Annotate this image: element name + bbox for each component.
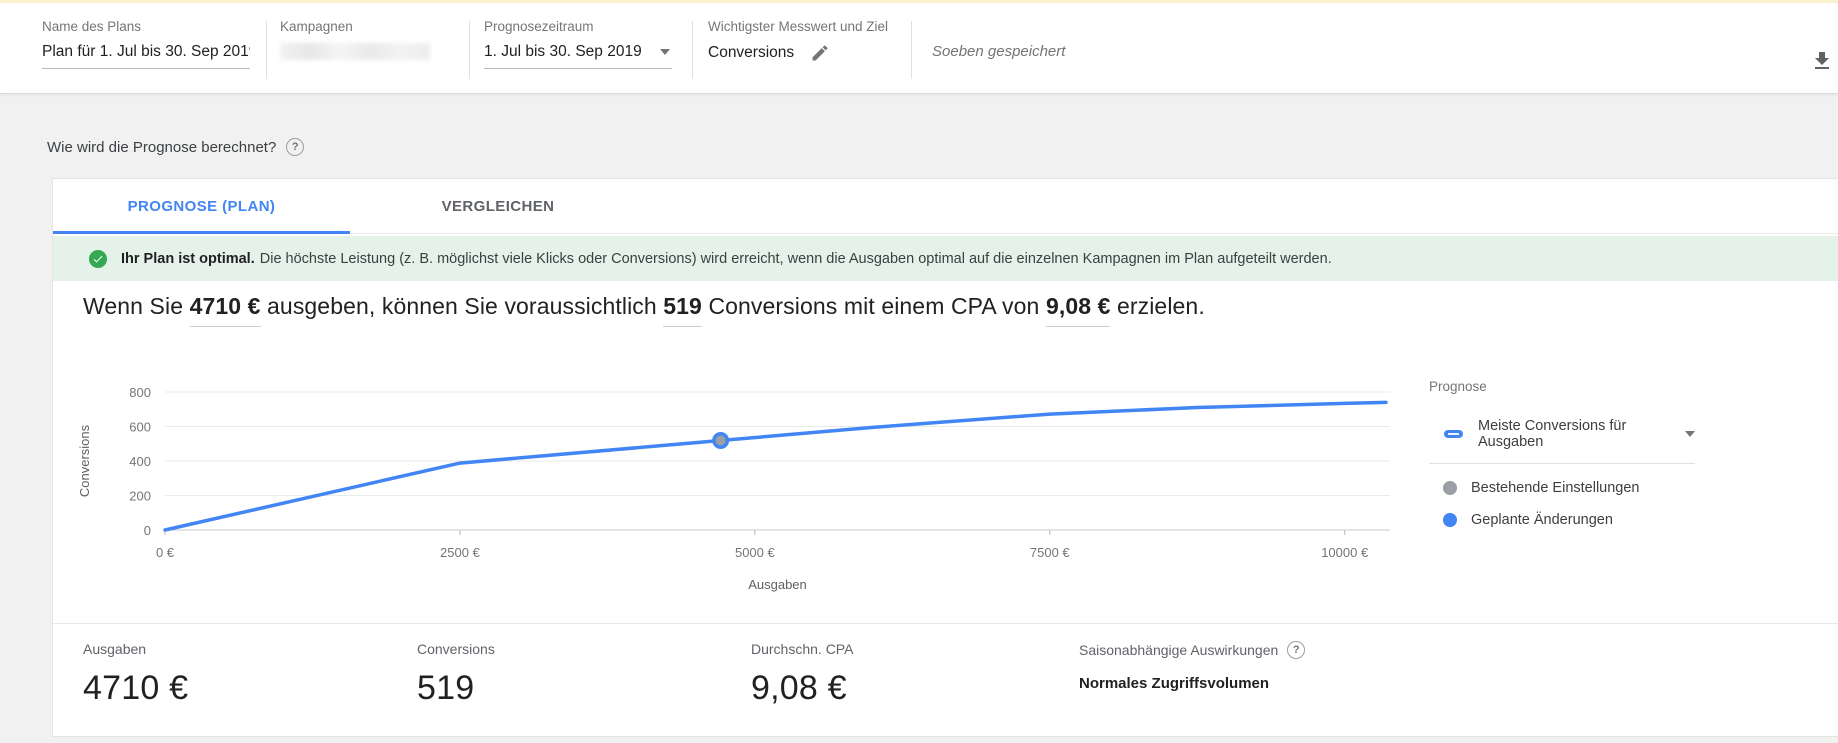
stat-value: Normales Zugriffsvolumen [1079,675,1270,692]
campaigns-value-redacted[interactable] [280,43,430,60]
stats-divider [53,623,1838,624]
forecast-card: PROGNOSE (PLAN) VERGLEICHEN Ihr Plan ist… [52,178,1838,737]
legend-metric-dropdown[interactable]: Meiste Conversions für Ausgaben [1429,418,1695,464]
check-circle-icon [89,249,107,268]
conversions-value-editable[interactable]: 519 [663,293,702,327]
download-icon[interactable] [1810,49,1834,73]
tab-label: PROGNOSE (PLAN) [127,197,276,215]
campaigns-label: Kampagnen [280,19,353,34]
headline-text: ausgeben, können Sie voraussichtlich [260,293,664,319]
svg-text:200: 200 [129,489,151,504]
header-divider [469,21,470,79]
svg-text:2500 €: 2500 € [440,545,481,560]
key-metric-field: Wichtigster Messwert und Ziel Conversion… [708,19,888,63]
plan-name-label: Name des Plans [42,19,142,34]
plan-header-bar: Name des Plans Plan für 1. Jul bis 30. S… [0,3,1838,94]
svg-text:400: 400 [129,454,151,469]
forecast-headline: Wenn Sie 4710 € ausgeben, können Sie vor… [83,293,1205,327]
svg-text:800: 800 [129,385,151,400]
optimal-plan-banner: Ihr Plan ist optimal. Die höchste Leistu… [53,236,1838,281]
tab-bar: PROGNOSE (PLAN) VERGLEICHEN [53,179,1838,234]
stat-cpa: Durchschn. CPA 9,08 € [751,641,853,708]
plan-name-field[interactable]: Name des Plans Plan für 1. Jul bis 30. S… [42,19,250,69]
stat-value: 4710 € [83,669,189,707]
svg-text:Conversions: Conversions [77,424,92,497]
header-divider [266,21,267,79]
svg-text:7500 €: 7500 € [1030,545,1071,560]
svg-text:10000 €: 10000 € [1321,545,1369,560]
svg-text:600: 600 [129,420,151,435]
help-icon[interactable]: ? [1287,641,1306,659]
stat-label: Conversions [417,641,495,657]
tab-prognose-plan[interactable]: PROGNOSE (PLAN) [53,179,350,234]
chevron-down-icon[interactable] [1685,431,1695,437]
forecast-chart-svg[interactable]: 0 200 400 600 800 0 € 2500 € 5000 € 7500 € 10000 … [73,374,1403,604]
stat-value: 9,08 € [751,669,847,707]
line-series-icon [1444,430,1463,438]
forecast-period-field[interactable]: Prognosezeitraum 1. Jul bis 30. Sep 2019 [484,19,672,69]
legend-primary-label: Meiste Conversions für Ausgaben [1478,418,1627,450]
forecast-period-value[interactable]: 1. Jul bis 30. Sep 2019 [484,43,672,69]
svg-text:0 €: 0 € [156,545,175,560]
active-tab-underline [53,231,350,234]
header-divider [692,21,693,79]
legend-item-existing: Bestehende Einstellungen [1429,480,1719,496]
gray-dot-icon [1443,481,1457,495]
stat-label: Ausgaben [83,641,147,657]
legend-title: Prognose [1429,379,1487,394]
header-divider [911,21,912,79]
banner-text: Die höchste Leistung (z. B. möglichst vi… [259,250,1332,267]
headline-text: erzielen. [1110,293,1205,319]
banner-bold-text: Ihr Plan ist optimal. [121,250,255,267]
save-status-text: Soeben gespeichert [932,43,1066,60]
key-metric-text: Conversions [708,44,795,61]
stat-conversions: Conversions 519 [417,641,495,708]
help-icon[interactable]: ? [286,138,305,156]
campaigns-field[interactable]: Kampagnen [280,19,430,60]
svg-text:5000 €: 5000 € [735,545,776,560]
forecast-chart[interactable]: 0 200 400 600 800 0 € 2500 € 5000 € 7500 € 10000 … [73,374,1403,609]
chart-legend: Prognose Meiste Conversions für Ausgaben… [1429,379,1719,528]
svg-text:Ausgaben: Ausgaben [748,577,807,592]
stat-ausgaben: Ausgaben 4710 € [83,641,188,708]
headline-text: Wenn Sie [83,293,190,319]
tab-vergleichen[interactable]: VERGLEICHEN [350,179,646,233]
forecast-help-text: Wie wird die Prognose berechnet? [47,138,277,156]
svg-text:0: 0 [144,523,151,538]
headline-text: Conversions mit einem CPA von [701,293,1046,319]
tab-label: VERGLEICHEN [441,197,555,215]
stat-label: Durchschn. CPA [751,641,854,657]
chevron-down-icon[interactable] [659,49,670,55]
key-metric-label: Wichtigster Messwert und Ziel [708,19,889,34]
cpa-value-editable[interactable]: 9,08 € [1045,293,1111,327]
stat-label: Saisonabhängige Auswirkungen [1079,642,1279,658]
spend-value-editable[interactable]: 4710 € [189,293,261,327]
edit-pencil-icon[interactable] [810,43,830,63]
legend-item-planned: Geplante Änderungen [1429,512,1719,528]
blue-dot-icon [1443,513,1457,527]
key-metric-value: Conversions [708,43,888,63]
forecast-period-text: 1. Jul bis 30. Sep 2019 [484,43,642,60]
plan-name-value[interactable]: Plan für 1. Jul bis 30. Sep 2019 [42,43,250,69]
forecast-help-line: Wie wird die Prognose berechnet? ? [47,138,305,156]
legend-item-label: Bestehende Einstellungen [1471,480,1640,496]
stat-value: 519 [417,669,475,707]
stat-seasonal: Saisonabhängige Auswirkungen ? Normales … [1079,641,1306,692]
legend-item-label: Geplante Änderungen [1471,512,1613,528]
forecast-period-label: Prognosezeitraum [484,19,594,34]
